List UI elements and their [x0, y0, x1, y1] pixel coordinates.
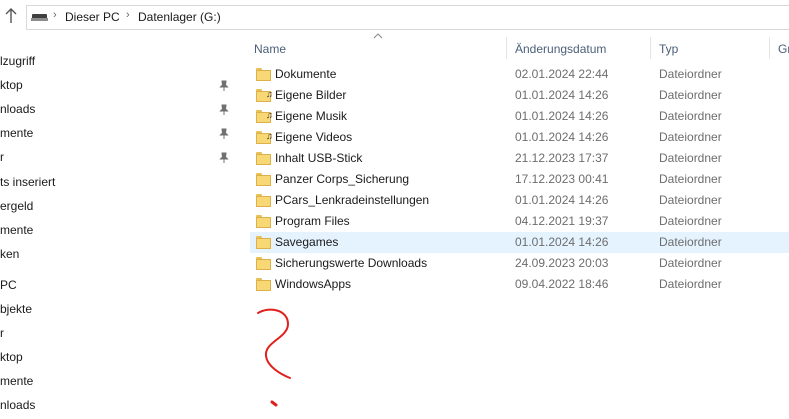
pin-icon — [219, 128, 229, 140]
file-type: Dateiordner — [659, 88, 722, 102]
nav-item[interactable]: mente — [0, 370, 33, 392]
file-date: 21.12.2023 17:37 — [515, 151, 609, 165]
breadcrumb-drive[interactable]: Datenlager (G:) — [138, 10, 221, 24]
file-date: 17.12.2023 00:41 — [515, 172, 609, 186]
nav-item[interactable]: ken — [0, 243, 19, 265]
file-name: PCars_Lenkradeinstellungen — [275, 193, 430, 207]
nav-item[interactable]: r — [0, 146, 4, 168]
nav-item[interactable]: nloads — [0, 98, 35, 120]
file-row[interactable]: Program Files 04.12.2021 19:37 Dateiordner — [250, 211, 789, 232]
folder-icon — [256, 278, 271, 291]
file-date: 24.09.2023 20:03 — [515, 256, 609, 270]
nav-item[interactable]: r — [0, 322, 4, 344]
folder-icon: ♫ — [256, 131, 273, 144]
folder-icon — [256, 173, 271, 186]
file-name: Program Files — [275, 214, 350, 228]
nav-item[interactable]: bjekte — [0, 298, 32, 320]
file-type: Dateiordner — [659, 277, 722, 291]
pin-icon — [219, 104, 229, 116]
file-row[interactable]: ♫ Eigene Musik 01.01.2024 14:26 Dateiordner — [250, 106, 789, 127]
column-header-date[interactable]: Änderungsdatum — [515, 39, 606, 59]
nav-item[interactable]: PC — [0, 274, 17, 296]
file-date: 09.04.2022 18:46 — [515, 277, 609, 291]
pin-icon — [219, 80, 229, 92]
address-box[interactable]: › Dieser PC › Datenlager (G:) — [26, 5, 789, 30]
nav-item[interactable]: lzugriff — [0, 50, 35, 72]
column-divider[interactable] — [769, 37, 770, 59]
file-type: Dateiordner — [659, 151, 722, 165]
column-divider[interactable] — [506, 37, 507, 59]
file-type: Dateiordner — [659, 172, 722, 186]
file-date: 01.01.2024 14:26 — [515, 88, 609, 102]
folder-icon — [256, 68, 271, 81]
file-name: Eigene Bilder — [275, 88, 347, 102]
column-divider[interactable] — [650, 37, 651, 59]
file-date: 01.01.2024 14:26 — [515, 193, 609, 207]
file-row[interactable]: Savegames 01.01.2024 14:26 Dateiordner — [250, 232, 789, 253]
file-type: Dateiordner — [659, 193, 722, 207]
chevron-right-icon[interactable]: › — [53, 9, 57, 21]
file-type: Dateiordner — [659, 235, 722, 249]
nav-item[interactable]: nloads — [0, 394, 35, 416]
file-date: 01.01.2024 14:26 — [515, 130, 609, 144]
column-header-type[interactable]: Typ — [659, 39, 678, 59]
folder-icon — [256, 152, 271, 165]
nav-item[interactable]: ktop — [0, 74, 23, 96]
file-type: Dateiordner — [659, 67, 722, 81]
navigation-pane: lzugriff ktop nloads mente r ts inserier… — [0, 33, 236, 419]
file-name: Savegames — [275, 235, 339, 249]
file-type: Dateiordner — [659, 256, 722, 270]
file-name: Eigene Musik — [275, 109, 348, 123]
folder-icon: ♫ — [256, 110, 273, 123]
folder-icon: ♫ — [256, 89, 273, 102]
file-type: Dateiordner — [659, 130, 722, 144]
nav-item[interactable]: ktop — [0, 346, 23, 368]
chevron-right-icon[interactable]: › — [126, 9, 130, 21]
file-row[interactable]: PCars_Lenkradeinstellungen 01.01.2024 14:… — [250, 190, 789, 211]
nav-item[interactable]: ts inseriert — [0, 171, 55, 193]
sort-ascending-icon — [373, 31, 383, 42]
drive-icon — [31, 14, 48, 21]
folder-icon — [256, 194, 271, 207]
file-date: 02.01.2024 22:44 — [515, 67, 609, 81]
folder-icon — [256, 257, 271, 270]
pin-icon — [219, 152, 229, 164]
up-arrow-icon[interactable] — [4, 7, 18, 25]
file-date: 01.01.2024 14:26 — [515, 109, 609, 123]
file-list: Name Änderungsdatum Typ Gr Dokumente 02.0… — [236, 33, 789, 419]
file-name: Dokumente — [275, 67, 337, 81]
file-row[interactable]: Dokumente 02.01.2024 22:44 Dateiordner — [250, 64, 789, 85]
file-row[interactable]: Inhalt USB-Stick 21.12.2023 17:37 Dateiord… — [250, 148, 789, 169]
breadcrumb-this-pc[interactable]: Dieser PC — [65, 10, 120, 24]
red-scribble — [257, 308, 291, 407]
folder-icon — [256, 215, 271, 228]
column-header-size[interactable]: Gr — [778, 39, 789, 59]
address-bar: › Dieser PC › Datenlager (G:) — [0, 0, 789, 33]
file-row[interactable]: WindowsApps 09.04.2022 18:46 Dateiordner — [250, 274, 789, 295]
file-name: Eigene Videos — [275, 130, 353, 144]
file-row[interactable]: ♫ Eigene Bilder 01.01.2024 14:26 Dateiordne… — [250, 85, 789, 106]
file-name: Panzer Corps_Sicherung — [275, 172, 410, 186]
file-row[interactable]: ♫ Eigene Videos 01.01.2024 14:26 Dateiordne… — [250, 127, 789, 148]
file-date: 01.01.2024 14:26 — [515, 235, 609, 249]
nav-item[interactable]: mente — [0, 122, 33, 144]
file-type: Dateiordner — [659, 214, 722, 228]
file-row[interactable]: Sicherungswerte Downloads 24.09.2023 20:0… — [250, 253, 789, 274]
column-header-name[interactable]: Name — [254, 39, 286, 59]
nav-item[interactable]: ergeld — [0, 195, 33, 217]
file-type: Dateiordner — [659, 109, 722, 123]
folder-icon — [256, 236, 271, 249]
file-name: WindowsApps — [275, 277, 352, 291]
file-name: Sicherungswerte Downloads — [275, 256, 428, 270]
file-row[interactable]: Panzer Corps_Sicherung 17.12.2023 00:41 Da… — [250, 169, 789, 190]
file-date: 04.12.2021 19:37 — [515, 214, 609, 228]
file-name: Inhalt USB-Stick — [275, 151, 363, 165]
nav-item[interactable]: mente — [0, 219, 33, 241]
